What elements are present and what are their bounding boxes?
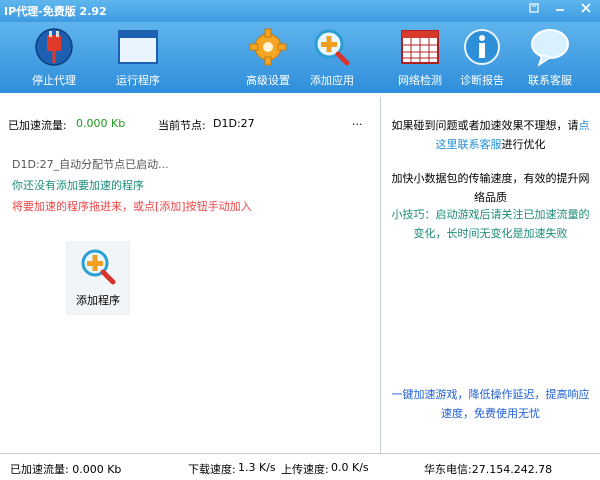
add-program-button[interactable]: 添加程序 <box>66 241 130 315</box>
add-magnifier-icon <box>81 249 116 285</box>
advanced-settings-label: 高级设置 <box>246 74 290 87</box>
skin-icon[interactable] <box>526 2 542 18</box>
window-controls <box>526 2 594 18</box>
add-magnifier-icon <box>314 29 350 66</box>
toolbar: 停止代理 运行程序 高级设置 添加应用 网络检测 诊断报告 联系客服 <box>0 22 600 93</box>
gear-icon <box>249 28 287 66</box>
stop-proxy-button[interactable]: 停止代理 <box>18 27 90 89</box>
download-speed-label: 下载速度: <box>188 463 236 476</box>
accel-traffic-label: 已加速流量: <box>8 119 67 132</box>
add-app-button[interactable]: 添加应用 <box>296 27 368 89</box>
main-panel: 已加速流量: 0.000 Kb 当前节点: D1D:27 ... D1D:27_… <box>0 97 380 453</box>
run-program-label: 运行程序 <box>116 74 160 87</box>
run-program-button[interactable]: 运行程序 <box>102 27 174 89</box>
upload-speed-value: 0.0 K/s <box>331 461 369 474</box>
more-button[interactable]: ... <box>352 115 363 128</box>
current-node-value: D1D:27 <box>213 117 255 130</box>
contact-support-label: 联系客服 <box>528 74 572 87</box>
chat-bubble-icon <box>531 29 569 67</box>
minimize-icon[interactable] <box>552 2 568 18</box>
server-info: 华东电信:27.154.242.78 <box>424 463 553 476</box>
contact-support-button[interactable]: 联系客服 <box>514 27 586 89</box>
log-line: 你还没有添加要加速的程序 <box>12 179 144 192</box>
slogan: 一键加速游戏，降低操作延迟，提高响应速度，免费使用无忧 <box>391 388 590 420</box>
status-bar: 已加速流量: 0.000 Kb 下载速度: 1.3 K/s 上传速度: 0.0 … <box>0 453 600 480</box>
status-accel-traffic: 已加速流量: 0.000 Kb <box>10 463 122 476</box>
accel-traffic-value: 0.000 Kb <box>76 117 126 130</box>
diagnostic-report-label: 诊断报告 <box>460 74 504 87</box>
add-program-label: 添加程序 <box>76 294 120 307</box>
support-hint: 如果碰到问题或者加速效果不理想，请点这里联系客服进行优化 <box>387 116 594 154</box>
window-icon <box>118 30 158 64</box>
info-icon <box>464 29 500 65</box>
download-speed-value: 1.3 K/s <box>238 461 276 474</box>
stop-proxy-label: 停止代理 <box>32 74 76 87</box>
calendar-grid-icon <box>401 30 439 64</box>
advanced-settings-button[interactable]: 高级设置 <box>232 27 304 89</box>
upload-speed-label: 上传速度: <box>281 463 329 476</box>
current-node-label: 当前节点: <box>158 119 206 132</box>
support-hint-suffix: 进行优化 <box>501 138 546 151</box>
add-app-label: 添加应用 <box>310 74 354 87</box>
window-title: IP代理-免费版 2.92 <box>4 5 107 18</box>
close-icon[interactable] <box>578 2 594 18</box>
support-hint-text: 如果碰到问题或者加速效果不理想，请 <box>391 119 579 132</box>
tip-main: 加快小数据包的传输速度，有效的提升网络品质 <box>391 172 590 204</box>
log-line: D1D:27_自动分配节点已启动... <box>12 158 169 171</box>
title-bar: IP代理-免费版 2.92 <box>0 0 600 22</box>
power-plug-icon <box>35 28 73 66</box>
diagnostic-report-button[interactable]: 诊断报告 <box>446 27 518 89</box>
log-line: 将要加速的程序拖进来，或点[添加]按钮手动加入 <box>12 200 252 213</box>
tips-panel: 如果碰到问题或者加速效果不理想，请点这里联系客服进行优化 加快小数据包的传输速度… <box>381 97 600 453</box>
tip-small: 小技巧：启动游戏后请关注已加速流量的变化，长时间无变化是加速失败 <box>391 208 590 240</box>
